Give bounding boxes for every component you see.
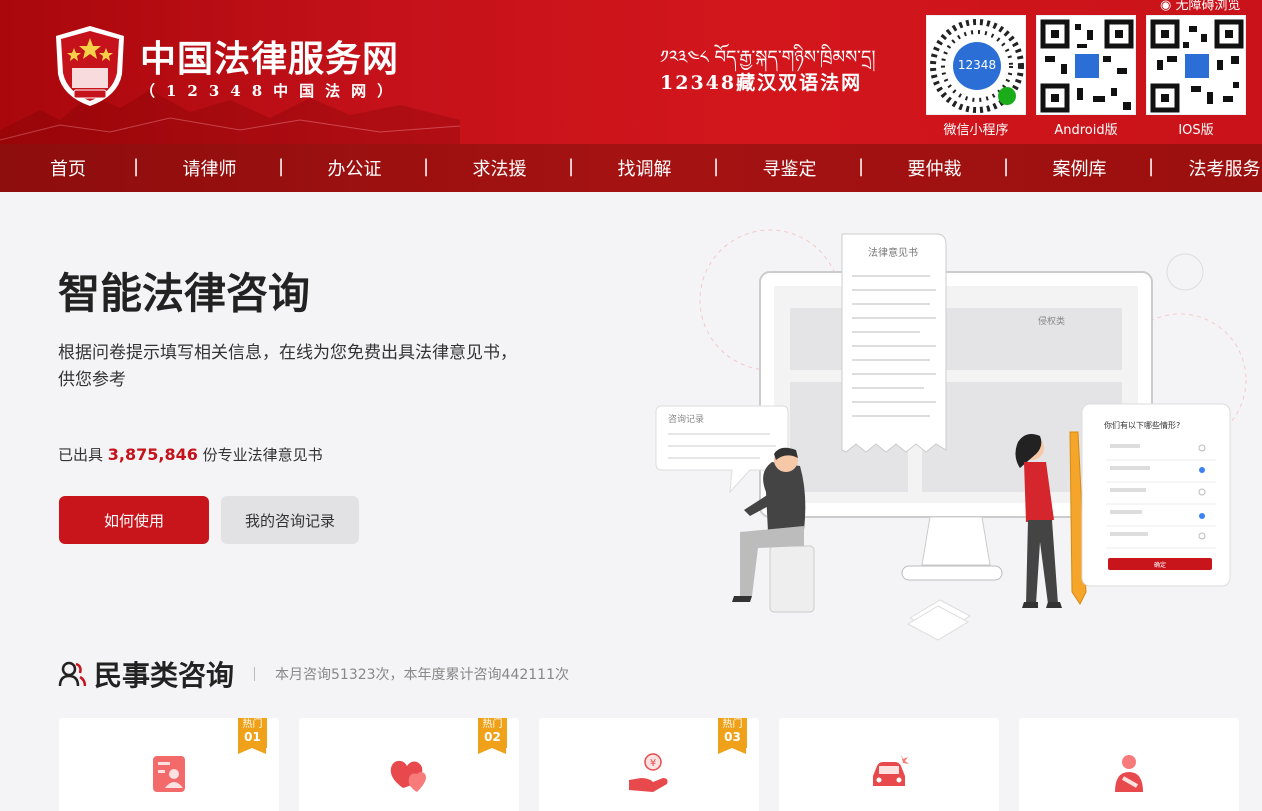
phone-question: 你们有以下哪些情形? (1104, 420, 1180, 430)
emblem-logo[interactable] (52, 24, 128, 108)
consultation-card-2[interactable]: 热门 02 (299, 718, 519, 811)
how-to-use-button[interactable]: 如何使用 (59, 496, 209, 544)
issued-suffix: 份专业法律意见书 (202, 446, 323, 464)
injured-person-icon (1115, 755, 1143, 792)
hero-description: 根据问卷提示填写相关信息，在线为您免费出具法律意见书，供您参考 (58, 343, 517, 390)
site-title[interactable]: 中国法律服务网 (140, 30, 399, 82)
id-card-icon (153, 756, 185, 792)
qr-ios[interactable]: IOS版 (1146, 15, 1246, 138)
nav-exam-service[interactable]: 法考服务 (1152, 155, 1262, 181)
hot-badge: 热门 03 (718, 718, 747, 754)
consultation-card-1[interactable]: 热门 01 (59, 718, 279, 811)
rights-label: 侵权类 (1038, 315, 1065, 327)
civil-consultation-header: 民事类咨询 本月咨询51323次，本年度累计咨询442111次 (58, 656, 569, 692)
nav-home[interactable]: 首页 (0, 155, 137, 181)
money-hand-icon: ¥ (629, 753, 668, 792)
nav-notary[interactable]: 办公证 (282, 155, 427, 181)
hero-illustration: 侵权类 法律意见书 咨询记录 你们有以下哪些情形? 确定 (655, 229, 1247, 641)
barrier-free-link[interactable]: ◉ 无障碍浏览 (1160, 0, 1241, 13)
my-records-button[interactable]: 我的咨询记录 (221, 496, 359, 544)
issued-count-line: 已出具 3,875,846 份专业法律意见书 (58, 444, 323, 465)
issued-prefix: 已出具 (58, 446, 104, 464)
bilingual-site-name[interactable]: 12348藏汉双语法网 (660, 68, 862, 95)
nav-appraisal[interactable]: 寻鉴定 (717, 155, 862, 181)
consultation-card-4[interactable] (779, 718, 999, 811)
qr-wechat[interactable]: 12348 微信小程序 (926, 15, 1026, 138)
site-subtitle: （12348中国法网） (140, 82, 404, 100)
qr-label: Android版 (1054, 123, 1118, 138)
divider (254, 667, 256, 681)
hot-badge: 热门 02 (478, 718, 507, 754)
phone-submit: 确定 (1154, 561, 1166, 569)
eye-icon: ◉ (1160, 0, 1172, 13)
section-stat: 本月咨询51323次，本年度累计咨询442111次 (275, 667, 569, 683)
issued-count: 3,875,846 (107, 445, 198, 464)
main-nav: 首页 | 请律师 | 办公证 | 求法援 | 找调解 | 寻鉴定 | 要仲裁 |… (0, 144, 1262, 192)
qr-code-image (1036, 15, 1136, 115)
consultation-card-5[interactable] (1019, 718, 1239, 811)
barrier-free-label: 无障碍浏览 (1175, 0, 1241, 13)
svg-text:12348: 12348 (958, 58, 996, 72)
car-accident-icon (873, 754, 909, 786)
people-icon (58, 661, 86, 687)
nav-mediation[interactable]: 找调解 (572, 155, 717, 181)
record-title: 咨询记录 (668, 413, 704, 425)
doc-title: 法律意见书 (868, 246, 918, 259)
svg-text:¥: ¥ (650, 758, 656, 769)
section-title: 民事类咨询 (94, 659, 235, 692)
hero-title: 智能法律咨询 (58, 269, 311, 318)
site-header: 中国法律服务网 （12348中国法网） ༡༢༣༤༨ བོད་རྒྱ་སྐད་གཉ… (0, 0, 1262, 144)
qr-code-image: 12348 (926, 15, 1026, 115)
nav-case-library[interactable]: 案例库 (1007, 155, 1152, 181)
hot-badge: 热门 01 (238, 718, 267, 754)
consultation-card-3[interactable]: 热门 03 ¥ (539, 718, 759, 811)
nav-lawyer[interactable]: 请律师 (137, 155, 282, 181)
qr-label: 微信小程序 (943, 123, 1009, 138)
nav-arbitration[interactable]: 要仲裁 (862, 155, 1007, 181)
hearts-icon (390, 760, 426, 792)
nav-legal-aid[interactable]: 求法援 (427, 155, 572, 181)
qr-code-image (1146, 15, 1246, 115)
qr-android[interactable]: Android版 (1036, 15, 1136, 138)
qr-label: IOS版 (1178, 123, 1214, 138)
